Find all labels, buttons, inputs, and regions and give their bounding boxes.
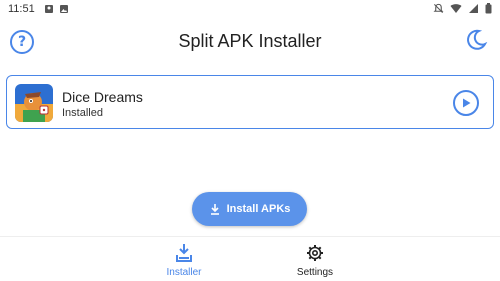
- image-icon: [60, 5, 68, 13]
- wifi-icon: [450, 4, 462, 13]
- theme-toggle-button[interactable]: [464, 28, 488, 52]
- status-time: 11:51: [8, 3, 35, 15]
- photo-icon: [45, 5, 53, 13]
- gear-icon: [307, 245, 323, 261]
- header: ? Split APK Installer: [0, 22, 500, 62]
- nav-label-installer: Installer: [166, 267, 202, 278]
- installer-icon: [176, 244, 192, 262]
- install-apks-button[interactable]: Install APKs: [192, 192, 307, 226]
- app-card[interactable]: Dice Dreams Installed: [6, 75, 494, 129]
- notifications-off-icon: [433, 3, 444, 14]
- nav-item-settings[interactable]: Settings: [275, 243, 355, 278]
- launch-button[interactable]: [453, 90, 479, 116]
- app-icon: [15, 84, 53, 122]
- status-left-icons: [44, 4, 69, 14]
- download-icon: [210, 204, 219, 215]
- nav-label-settings: Settings: [296, 267, 334, 278]
- play-icon: [463, 98, 471, 108]
- moon-icon: [467, 29, 488, 50]
- signal-icon: [469, 4, 478, 13]
- app-name: Dice Dreams: [62, 89, 143, 105]
- page-title: Split APK Installer: [178, 31, 322, 51]
- nav-item-installer[interactable]: Installer: [144, 243, 224, 278]
- app-status: Installed: [62, 107, 103, 119]
- status-bar: 11:51: [0, 0, 500, 20]
- battery-icon: [485, 3, 492, 14]
- bottom-nav: Installer Settings: [0, 236, 500, 281]
- status-right-icons: [433, 3, 492, 14]
- install-apks-label: Install APKs: [226, 203, 291, 215]
